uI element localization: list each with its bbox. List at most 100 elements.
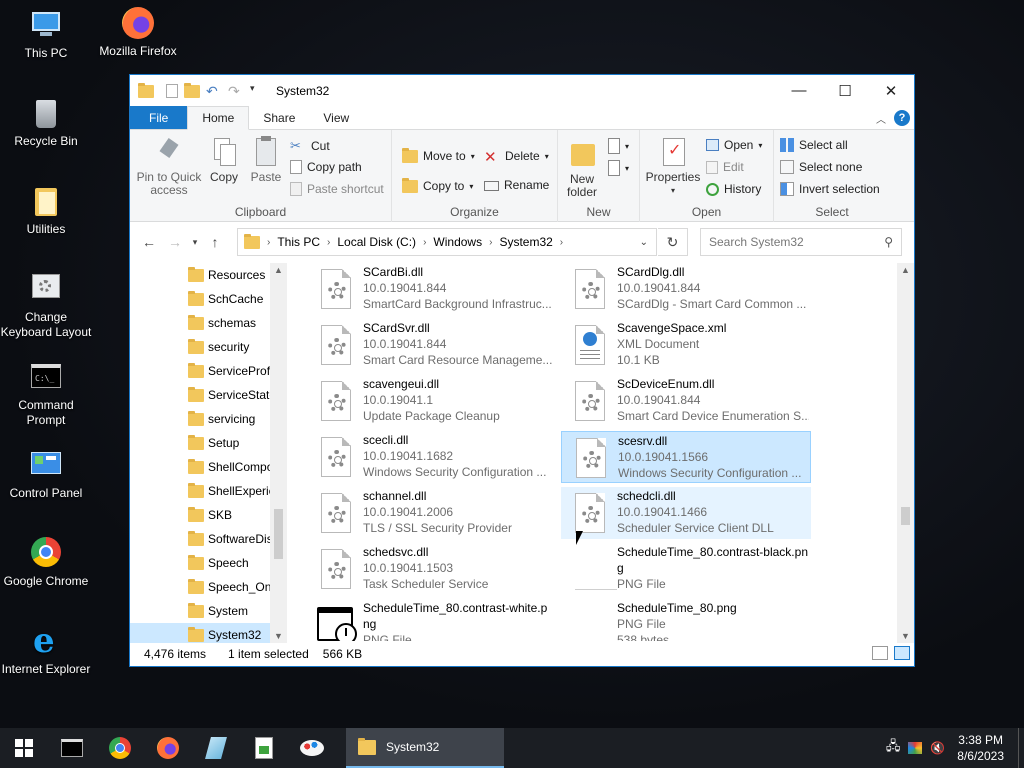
customize-dropdown-icon[interactable]: ▾ — [250, 83, 266, 99]
title-bar[interactable]: ↶ ↷ ▾ System32 — ☐ ✕ — [130, 75, 914, 106]
color-display-icon[interactable] — [908, 742, 923, 754]
start-button[interactable] — [0, 728, 48, 768]
file-tile[interactable]: ScheduleTime_80.contrast-white.p ng PNG … — [307, 599, 557, 641]
desktop-icon-recycle-bin[interactable]: Recycle Bin — [0, 96, 92, 149]
select-all-button[interactable]: Select all — [780, 138, 848, 152]
file-tile[interactable]: scecli.dll 10.0.19041.1682 Windows Secur… — [307, 431, 557, 483]
cut-button[interactable]: ✂ Cut — [290, 138, 330, 154]
file-tile[interactable]: ScDeviceEnum.dll 10.0.19041.844 Smart Ca… — [561, 375, 811, 427]
file-tile[interactable]: SCardBi.dll 10.0.19041.844 SmartCard Bac… — [307, 263, 557, 315]
breadcrumb-windows[interactable]: Windows — [433, 235, 482, 249]
content-scroll-thumb[interactable] — [901, 507, 910, 525]
search-input[interactable]: Search System32 ⚲ — [700, 228, 902, 256]
breadcrumb-this-pc[interactable]: This PC — [277, 235, 320, 249]
file-tile-selected[interactable]: scesrv.dll 10.0.19041.1566 Windows Secur… — [561, 431, 811, 483]
file-tile[interactable]: SCardDlg.dll 10.0.19041.844 SCardDlg - S… — [561, 263, 811, 315]
tree-scroll-thumb[interactable] — [274, 509, 283, 559]
desktop-icon-control-panel[interactable]: Control Panel — [0, 448, 92, 501]
new-folder-icon[interactable] — [184, 82, 200, 99]
move-to-button[interactable]: Move to ▾ — [402, 148, 475, 164]
tree-item[interactable]: schemas — [130, 311, 271, 335]
tree-item[interactable]: SKB — [130, 503, 271, 527]
tree-item-selected[interactable]: System32 — [130, 623, 271, 643]
pin-quick-access-button[interactable]: Pin to Quick access — [136, 136, 202, 197]
ribbon-collapse-icon[interactable]: ︿ — [876, 111, 886, 126]
tiles-view-icon[interactable] — [894, 646, 910, 660]
taskbar-spreadsheet-app[interactable] — [240, 728, 288, 768]
open-button[interactable]: Open ▾ — [706, 138, 762, 152]
scroll-down-icon[interactable]: ▼ — [270, 631, 287, 641]
file-tile[interactable]: ScheduleTime_80.png PNG File 538 bytes — [561, 599, 811, 641]
invert-selection-button[interactable]: Invert selection — [780, 182, 880, 196]
file-tile[interactable]: ScheduleTime_80.contrast-black.pn g PNG … — [561, 543, 811, 595]
breadcrumb-system32[interactable]: System32 — [499, 235, 552, 249]
tree-item[interactable]: Speech_One — [130, 575, 271, 599]
recent-locations-button[interactable]: ▾ — [188, 237, 202, 248]
up-button[interactable]: ↑ — [202, 234, 228, 250]
desktop-icon-utilities[interactable]: Utilities — [0, 184, 92, 237]
properties-icon[interactable] — [166, 83, 178, 98]
scroll-down-icon[interactable]: ▼ — [897, 631, 914, 641]
close-button[interactable]: ✕ — [868, 75, 914, 106]
desktop-icon-this-pc[interactable]: This PC — [0, 8, 92, 61]
file-tile-hovered[interactable]: schedcli.dll 10.0.19041.1466 Scheduler S… — [561, 487, 811, 539]
desktop-icon-chrome[interactable]: Google Chrome — [0, 536, 92, 589]
select-none-button[interactable]: Select none — [780, 160, 862, 174]
refresh-button[interactable]: ↻ — [658, 228, 688, 256]
back-button[interactable]: ← — [136, 234, 162, 250]
scroll-up-icon[interactable]: ▲ — [897, 265, 914, 275]
tree-item[interactable]: ShellCompo — [130, 455, 271, 479]
history-button[interactable]: History — [706, 182, 761, 196]
file-tile[interactable]: schannel.dll 10.0.19041.2006 TLS / SSL S… — [307, 487, 557, 539]
chevron-down-icon[interactable]: ⌄ — [640, 237, 648, 248]
tab-home[interactable]: Home — [187, 106, 250, 130]
chevron-right-icon[interactable]: › — [489, 237, 492, 248]
file-tile[interactable]: scavengeui.dll 10.0.19041.1 Update Packa… — [307, 375, 557, 427]
new-folder-button[interactable]: New folder — [562, 138, 604, 199]
tree-item[interactable]: SoftwareDis — [130, 527, 271, 551]
volume-muted-icon[interactable]: 🔇 — [930, 741, 945, 755]
show-desktop-button[interactable] — [1018, 728, 1024, 768]
tree-item[interactable]: security — [130, 335, 271, 359]
tree-scrollbar[interactable]: ▲ ▼ — [270, 263, 287, 643]
copy-to-button[interactable]: Copy to ▾ — [402, 178, 473, 194]
tree-item[interactable]: ServiceState — [130, 383, 271, 407]
rename-button[interactable]: Rename — [484, 178, 549, 192]
delete-button[interactable]: ✕ Delete ▾ — [484, 148, 549, 166]
maximize-button[interactable]: ☐ — [822, 75, 868, 106]
forward-button[interactable]: → — [162, 234, 188, 250]
chevron-right-icon[interactable]: › — [327, 237, 330, 248]
desktop-icon-cmd[interactable]: C:\_ Command Prompt — [0, 360, 92, 428]
taskbar-chrome[interactable] — [96, 728, 144, 768]
tree-item[interactable]: ShellExperie — [130, 479, 271, 503]
tab-file[interactable]: File — [130, 106, 188, 129]
details-view-icon[interactable] — [872, 646, 888, 660]
tab-share[interactable]: Share — [249, 106, 309, 129]
redo-icon[interactable]: ↷ — [228, 83, 244, 99]
tree-item[interactable]: ServiceProfi — [130, 359, 271, 383]
taskbar-explorer-window[interactable]: System32 — [346, 728, 504, 768]
tree-item[interactable]: Resources — [130, 263, 271, 287]
content-scrollbar[interactable]: ▲ ▼ — [897, 263, 914, 643]
tab-view[interactable]: View — [309, 106, 363, 129]
desktop-icon-firefox[interactable]: Mozilla Firefox — [92, 6, 184, 59]
taskbar-cmd[interactable] — [48, 728, 96, 768]
chevron-right-icon[interactable]: › — [423, 237, 426, 248]
paste-button[interactable]: Paste — [246, 136, 286, 184]
edit-button[interactable]: Edit — [706, 160, 744, 174]
tree-item[interactable]: Speech — [130, 551, 271, 575]
copy-button[interactable]: Copy — [204, 136, 244, 184]
clock[interactable]: 3:38 PM 8/6/2023 — [957, 732, 1004, 764]
desktop-icon-ie[interactable]: e Internet Explorer — [0, 624, 92, 677]
file-tile[interactable]: ScavengeSpace.xml XML Document 10.1 KB — [561, 319, 811, 371]
help-icon[interactable]: ? — [894, 110, 910, 126]
file-tile[interactable]: SCardSvr.dll 10.0.19041.844 Smart Card R… — [307, 319, 557, 371]
breadcrumb-local-disk[interactable]: Local Disk (C:) — [337, 235, 416, 249]
tree-item[interactable]: SchCache — [130, 287, 271, 311]
taskbar-paint-app[interactable] — [288, 728, 336, 768]
scroll-up-icon[interactable]: ▲ — [270, 265, 287, 275]
file-tile[interactable]: schedsvc.dll 10.0.19041.1503 Task Schedu… — [307, 543, 557, 595]
tree-item[interactable]: Setup — [130, 431, 271, 455]
undo-icon[interactable]: ↶ — [206, 83, 222, 99]
new-item-button[interactable]: ▾ — [608, 138, 629, 154]
